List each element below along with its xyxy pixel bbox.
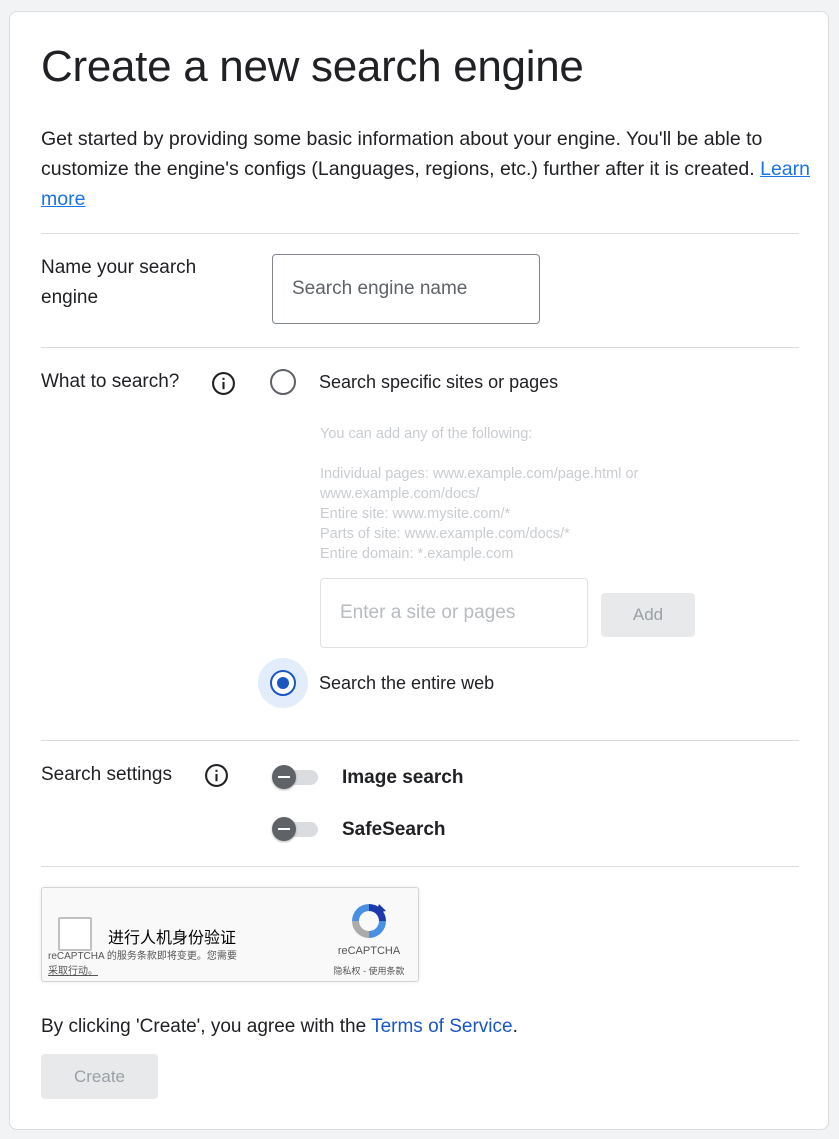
- recaptcha-checkbox[interactable]: [58, 917, 92, 951]
- tos-text: By clicking 'Create', you agree with the…: [41, 1016, 518, 1038]
- safesearch-label: SafeSearch: [342, 819, 446, 840]
- recaptcha-links[interactable]: 隐私权 - 使用条款: [314, 964, 424, 977]
- radio-specific-sites-label[interactable]: Search specific sites or pages: [319, 372, 558, 393]
- divider: [41, 233, 799, 234]
- recaptcha-action-link[interactable]: 采取行动。: [48, 966, 98, 977]
- tos-suffix: .: [512, 1016, 518, 1037]
- hint-heading: You can add any of the following:: [320, 426, 533, 442]
- intro-body: Get started by providing some basic info…: [41, 128, 763, 180]
- hint-line: Entire site: www.mysite.com/*: [320, 506, 511, 522]
- recaptcha-notice: reCAPTCHA 的服务条款即将变更。您需要 采取行动。: [48, 949, 278, 979]
- search-engine-name-input[interactable]: [272, 254, 540, 324]
- recaptcha-widget: 进行人机身份验证 reCAPTCHA 的服务条款即将变更。您需要 采取行动。 r…: [41, 887, 419, 982]
- hint-line: Entire domain: *.example.com: [320, 546, 514, 562]
- what-to-search-label: What to search?: [41, 371, 180, 392]
- terms-of-service-link[interactable]: Terms of Service: [371, 1016, 512, 1037]
- recaptcha-brand: reCAPTCHA: [337, 945, 401, 957]
- radio-entire-web[interactable]: [270, 670, 296, 696]
- search-settings-label: Search settings: [41, 764, 172, 785]
- site-input[interactable]: [320, 578, 588, 648]
- divider: [41, 866, 799, 867]
- divider: [41, 740, 799, 741]
- page-title: Create a new search engine: [41, 42, 584, 91]
- recaptcha-notice-text: reCAPTCHA 的服务条款即将变更。您需要: [48, 951, 237, 962]
- create-button[interactable]: Create: [41, 1054, 158, 1099]
- divider: [41, 347, 799, 348]
- add-button[interactable]: Add: [601, 593, 695, 637]
- tos-prefix: By clicking 'Create', you agree with the: [41, 1016, 372, 1037]
- hint-line: Parts of site: www.example.com/docs/*: [320, 526, 570, 542]
- site-hint: You can add any of the following: Indivi…: [320, 424, 720, 564]
- recaptcha-logo-icon: [352, 904, 386, 938]
- create-engine-card: Create a new search engine Get started b…: [9, 11, 829, 1130]
- safesearch-toggle[interactable]: [272, 817, 320, 841]
- radio-entire-web-label[interactable]: Search the entire web: [319, 673, 494, 694]
- info-icon[interactable]: [204, 763, 229, 788]
- recaptcha-label: 进行人机身份验证: [108, 930, 237, 947]
- name-label: Name your search engine: [41, 257, 197, 308]
- image-search-label: Image search: [342, 767, 464, 788]
- image-search-toggle[interactable]: [272, 765, 320, 789]
- hint-line: Individual pages: www.example.com/page.h…: [320, 466, 639, 502]
- toggle-thumb: [272, 817, 296, 841]
- info-icon[interactable]: [211, 371, 236, 396]
- radio-specific-sites[interactable]: [270, 369, 296, 395]
- toggle-thumb: [272, 765, 296, 789]
- intro-text: Get started by providing some basic info…: [41, 124, 811, 214]
